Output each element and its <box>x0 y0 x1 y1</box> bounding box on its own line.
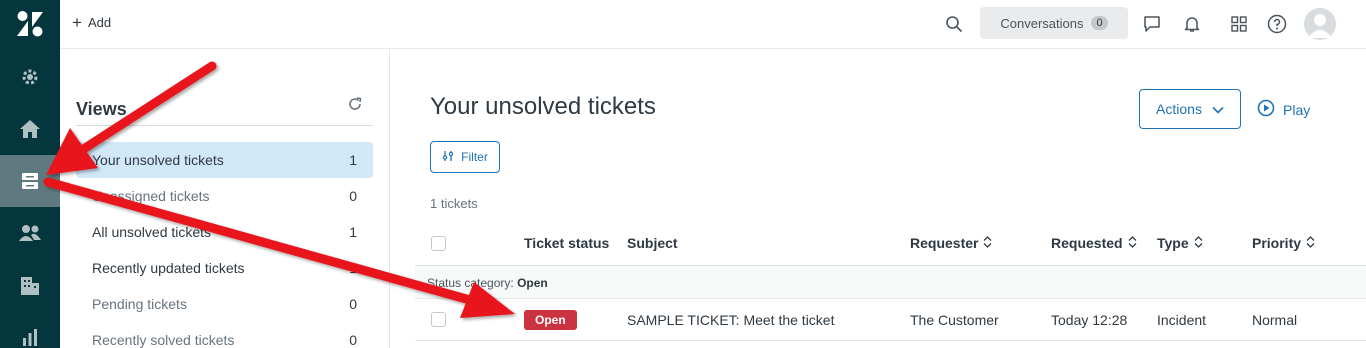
search-icon[interactable] <box>942 12 966 36</box>
views-heading: Views <box>76 99 127 119</box>
conversations-label: Conversations <box>1000 15 1084 31</box>
chat-icon[interactable] <box>1140 12 1164 36</box>
chevron-down-icon <box>1212 101 1224 117</box>
ticket-count: 1 tickets <box>430 196 478 211</box>
column-ticket-status[interactable]: Ticket status <box>524 235 609 251</box>
table-row[interactable]: Open SAMPLE TICKET: Meet the ticket The … <box>415 299 1366 341</box>
ticket-type: Incident <box>1157 312 1207 328</box>
view-label: Recently solved tickets <box>92 332 235 348</box>
table-header: Ticket status Subject Requester Requeste… <box>415 222 1366 266</box>
column-priority[interactable]: Priority <box>1252 235 1315 251</box>
logo-icon[interactable] <box>15 10 45 38</box>
main-content: Your unsolved tickets Actions Play Filte… <box>391 49 1366 348</box>
sort-icon <box>1306 235 1315 251</box>
ticket-requested: Today 12:28 <box>1051 312 1128 328</box>
refresh-icon[interactable] <box>347 96 365 114</box>
reporting-icon[interactable] <box>0 311 60 348</box>
plus-icon: + <box>72 12 82 32</box>
settings-icon[interactable] <box>0 51 60 103</box>
view-label: Unassigned tickets <box>92 188 210 204</box>
product-rail <box>0 0 60 348</box>
sort-icon <box>1128 235 1137 251</box>
view-item-recently-solved[interactable]: Recently solved tickets 0 <box>76 322 373 348</box>
add-label: Add <box>87 15 112 30</box>
sort-icon <box>983 235 992 251</box>
filter-button[interactable]: Filter <box>430 141 500 173</box>
view-label: All unsolved tickets <box>92 224 212 240</box>
actions-button[interactable]: Actions <box>1139 89 1241 129</box>
ticket-priority: Normal <box>1252 312 1298 328</box>
view-label: Recently updated tickets <box>92 260 245 276</box>
page-title: Your unsolved tickets <box>430 93 656 120</box>
help-icon[interactable] <box>1265 12 1289 36</box>
view-count: 1 <box>349 224 357 240</box>
row-checkbox[interactable] <box>431 312 446 327</box>
view-count: 1 <box>349 260 357 276</box>
actions-label: Actions <box>1156 101 1202 117</box>
customers-icon[interactable] <box>0 207 60 259</box>
top-bar: + Add Conversations 0 <box>60 0 1366 49</box>
view-label: Your unsolved tickets <box>92 152 224 168</box>
view-item-all-unsolved[interactable]: All unsolved tickets 1 <box>76 214 373 250</box>
view-item-your-unsolved[interactable]: Your unsolved tickets 1 <box>76 142 373 178</box>
view-count: 0 <box>349 188 357 204</box>
select-all-checkbox[interactable] <box>431 236 446 251</box>
products-grid-icon[interactable] <box>1227 12 1251 36</box>
views-panel: Views Your unsolved tickets 1 Unassigned… <box>60 49 390 348</box>
view-count: 0 <box>349 332 357 348</box>
conversations-button[interactable]: Conversations 0 <box>980 7 1128 39</box>
view-item-pending[interactable]: Pending tickets 0 <box>76 286 373 322</box>
tickets-table: Ticket status Subject Requester Requeste… <box>415 222 1366 341</box>
user-avatar[interactable] <box>1304 8 1336 40</box>
group-label: Status category: Open <box>427 276 548 290</box>
views-icon[interactable] <box>0 155 60 207</box>
ticket-subject[interactable]: SAMPLE TICKET: Meet the ticket <box>627 312 834 328</box>
view-item-recently-updated[interactable]: Recently updated tickets 1 <box>76 250 373 286</box>
column-requester[interactable]: Requester <box>910 235 992 251</box>
column-subject[interactable]: Subject <box>627 235 678 251</box>
notifications-bell-icon[interactable] <box>1180 12 1204 36</box>
organizations-icon[interactable] <box>0 259 60 311</box>
home-icon[interactable] <box>0 103 60 155</box>
play-icon <box>1257 99 1275 120</box>
play-label: Play <box>1283 101 1311 118</box>
filter-sliders-icon <box>442 150 454 165</box>
conversations-count: 0 <box>1091 16 1108 30</box>
view-count: 0 <box>349 296 357 312</box>
view-count: 1 <box>349 152 357 168</box>
filter-label: Filter <box>461 150 488 164</box>
ticket-requester[interactable]: The Customer <box>910 312 999 328</box>
sort-icon <box>1194 235 1203 251</box>
add-button[interactable]: + Add <box>72 12 112 32</box>
column-requested[interactable]: Requested <box>1051 235 1137 251</box>
column-type[interactable]: Type <box>1157 235 1203 251</box>
view-label: Pending tickets <box>92 296 187 312</box>
view-item-unassigned[interactable]: Unassigned tickets 0 <box>76 178 373 214</box>
status-badge: Open <box>524 310 577 330</box>
views-divider <box>76 125 373 126</box>
play-button[interactable]: Play <box>1257 99 1310 120</box>
status-group-row: Status category: Open <box>415 266 1366 299</box>
